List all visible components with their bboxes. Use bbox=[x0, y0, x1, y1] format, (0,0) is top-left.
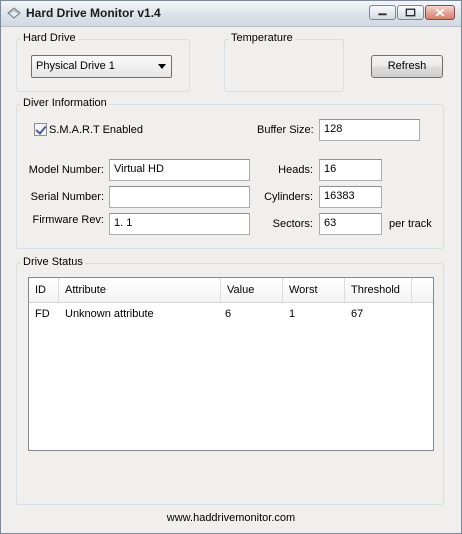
drive-select[interactable]: Physical Drive 1 bbox=[31, 55, 172, 78]
column-header-threshold[interactable]: Threshold bbox=[345, 278, 412, 302]
chevron-down-icon bbox=[158, 64, 166, 69]
firmware-rev-field[interactable]: 1. 1 bbox=[109, 213, 250, 235]
sectors-label: Sectors: bbox=[272, 218, 313, 230]
website-link[interactable]: www.haddrivemonitor.com bbox=[1, 512, 461, 524]
model-number-field[interactable]: Virtual HD bbox=[109, 159, 250, 181]
table-header: ID Attribute Value Worst Threshold bbox=[29, 278, 433, 303]
maximize-button[interactable] bbox=[397, 5, 424, 20]
close-icon bbox=[435, 8, 445, 17]
per-track-label: per track bbox=[389, 218, 432, 230]
serial-number-label: Serial Number: bbox=[30, 191, 104, 203]
app-window: Hard Drive Monitor v1.4 Hard Drive Physi… bbox=[0, 0, 462, 534]
title-bar[interactable]: Hard Drive Monitor v1.4 bbox=[1, 1, 461, 27]
firmware-rev-label: Firmware Rev: bbox=[32, 214, 104, 226]
model-number-label: Model Number: bbox=[28, 164, 104, 176]
buffer-size-field[interactable]: 128 bbox=[319, 119, 420, 141]
cylinders-field[interactable]: 16383 bbox=[319, 186, 382, 208]
drive-status-group-label: Drive Status bbox=[21, 256, 85, 268]
drive-information-group-label: Diver Information bbox=[21, 97, 109, 109]
drive-select-value: Physical Drive 1 bbox=[36, 60, 115, 72]
cell-worst: 1 bbox=[289, 308, 296, 320]
cell-value: 6 bbox=[225, 308, 232, 320]
hard-drive-group-label: Hard Drive bbox=[21, 32, 78, 44]
cell-attribute: Unknown attribute bbox=[65, 308, 154, 320]
sectors-field[interactable]: 63 bbox=[319, 213, 382, 235]
buffer-size-label: Buffer Size: bbox=[257, 124, 314, 136]
maximize-icon bbox=[405, 8, 416, 17]
attributes-table[interactable]: ID Attribute Value Worst Threshold FD Un… bbox=[28, 277, 434, 451]
heads-label: Heads: bbox=[278, 164, 313, 176]
column-header-worst[interactable]: Worst bbox=[283, 278, 345, 302]
cell-id: FD bbox=[35, 308, 50, 320]
column-header-value[interactable]: Value bbox=[221, 278, 283, 302]
column-header-id[interactable]: ID bbox=[29, 278, 59, 302]
window-title: Hard Drive Monitor v1.4 bbox=[26, 6, 161, 20]
close-button[interactable] bbox=[425, 5, 455, 20]
minimize-icon bbox=[378, 13, 387, 16]
minimize-button[interactable] bbox=[369, 5, 396, 20]
checkmark-icon bbox=[35, 123, 47, 135]
refresh-button[interactable]: Refresh bbox=[371, 55, 443, 78]
cell-threshold: 67 bbox=[351, 308, 364, 320]
smart-enabled-checkbox[interactable] bbox=[34, 123, 47, 136]
serial-number-field[interactable] bbox=[109, 186, 250, 208]
cylinders-label: Cylinders: bbox=[264, 191, 313, 203]
column-header-attribute[interactable]: Attribute bbox=[59, 278, 221, 302]
temperature-group-label: Temperature bbox=[229, 32, 295, 44]
temperature-group bbox=[224, 39, 344, 92]
heads-field[interactable]: 16 bbox=[319, 159, 382, 181]
app-icon bbox=[7, 7, 21, 19]
smart-enabled-label: S.M.A.R.T Enabled bbox=[49, 124, 143, 136]
